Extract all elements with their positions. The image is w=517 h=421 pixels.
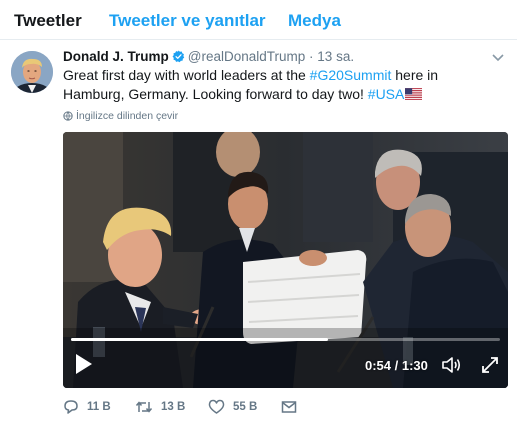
video-progress-bar[interactable] [71, 338, 500, 341]
tab-media[interactable]: Medya [288, 11, 341, 31]
hashtag-link[interactable]: #G20Summit [310, 67, 392, 83]
tweet-header: Donald J. Trump @realDonaldTrump · 13 sa. [63, 48, 354, 66]
retweet-icon [135, 401, 153, 413]
profile-tabs: Tweetler Tweetler ve yanıtlar Medya [0, 0, 517, 40]
play-icon[interactable] [71, 352, 95, 376]
like-button[interactable]: 55 B [208, 396, 257, 418]
retweet-button[interactable]: 13 B [135, 396, 185, 418]
video-frame [63, 132, 508, 388]
chevron-down-icon[interactable] [491, 51, 505, 63]
reply-icon [64, 400, 78, 414]
author-name[interactable]: Donald J. Trump [63, 49, 169, 64]
tweet[interactable]: Donald J. Trump @realDonaldTrump · 13 sa.… [0, 41, 517, 421]
separator-dot: · [309, 49, 314, 64]
translate-link[interactable]: İngilizce dilinden çevir [63, 109, 178, 123]
volume-icon[interactable] [440, 354, 462, 376]
tweet-text: Great first day with world leaders at th… [63, 66, 503, 105]
video-player[interactable]: 0:54 / 1:30 [63, 132, 508, 388]
avatar[interactable] [11, 51, 53, 93]
us-flag-icon [405, 86, 423, 105]
video-current-time: 0:54 [365, 358, 392, 373]
video-duration: 1:30 [401, 358, 428, 373]
author-handle[interactable]: @realDonaldTrump [188, 49, 306, 64]
tweet-timestamp[interactable]: 13 sa. [317, 49, 354, 64]
like-count: 55 B [233, 401, 258, 413]
retweet-count: 13 B [161, 401, 186, 413]
fullscreen-icon[interactable] [479, 354, 501, 376]
video-time: 0:54 / 1:30 [365, 358, 428, 373]
tab-tweets[interactable]: Tweetler [14, 11, 82, 31]
globe-icon [63, 111, 73, 121]
reply-button[interactable]: 11 B [63, 396, 111, 418]
tweet-actions: 11 B 13 B 55 B [63, 396, 363, 418]
video-progress-fill [71, 338, 329, 341]
translate-label: İngilizce dilinden çevir [76, 110, 179, 122]
profile-timeline: Tweetler Tweetler ve yanıtlar Medya Dona… [0, 0, 517, 421]
video-time-separator: / [391, 358, 402, 373]
envelope-icon [281, 401, 297, 413]
tab-tweets-and-replies[interactable]: Tweetler ve yanıtlar [109, 11, 266, 31]
heart-icon [208, 399, 225, 414]
reply-count: 11 B [87, 401, 111, 413]
tweet-text-part: Great first day with world leaders at th… [63, 67, 310, 83]
hashtag-link[interactable]: #USA [368, 86, 405, 102]
direct-message-button[interactable] [281, 396, 305, 418]
